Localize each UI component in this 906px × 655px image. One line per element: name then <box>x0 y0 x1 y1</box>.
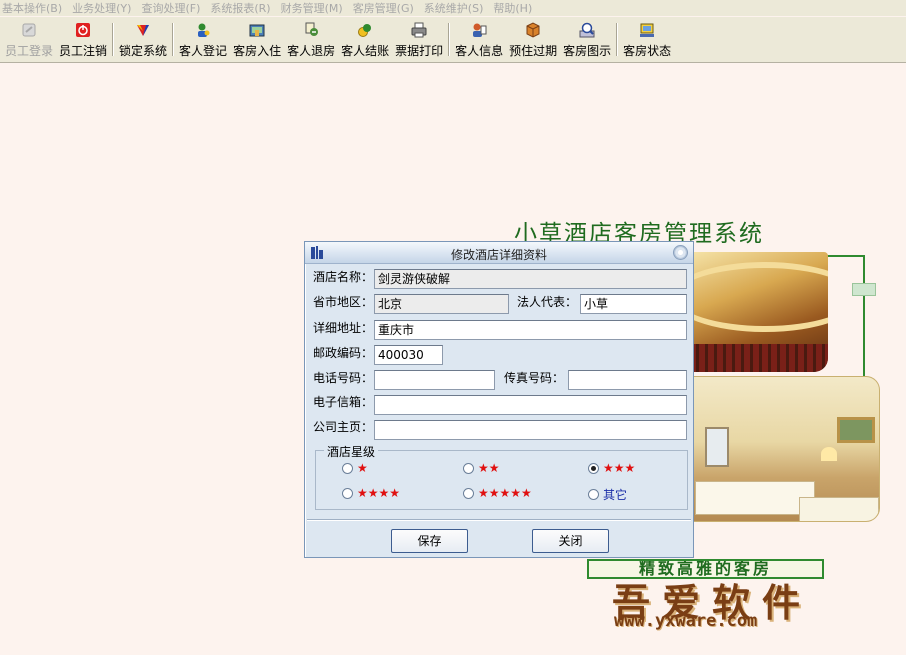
star-2-radio[interactable]: ★★ <box>463 461 500 475</box>
phone-label: 电话号码： <box>313 371 374 385</box>
close-button[interactable]: 关闭 <box>532 529 609 553</box>
room-checkin-button[interactable]: 客房入住 <box>230 17 284 63</box>
region-label: 省市地区： <box>313 295 374 309</box>
toolbar: 员工登录 员工注销 锁定系统 客人登记 客房入住 客人退房 客人结账 票据打印 … <box>0 17 906 63</box>
expired-book-icon <box>524 21 542 39</box>
dialog-title: 修改酒店详细资料 <box>450 248 547 262</box>
checkout-icon <box>302 21 320 39</box>
radio-dot-checked <box>588 462 599 474</box>
menu-business[interactable]: 业务处理(Y) <box>72 0 131 16</box>
guest-checkout-button[interactable]: 客人退房 <box>284 17 338 63</box>
staff-login-button[interactable]: 员工登录 <box>2 17 56 63</box>
guest-info-icon <box>470 21 488 39</box>
settle-icon <box>356 21 374 39</box>
postcode-field[interactable]: 400030 <box>374 345 443 365</box>
hotel-name-field[interactable]: 剑灵游侠破解 <box>374 269 687 289</box>
homepage-field[interactable] <box>374 420 687 440</box>
hotel-star-group: 酒店星级 ★ ★★ ★★★ ★★★★ ★★★★★ 其它 <box>315 443 688 510</box>
room-graph-icon <box>578 21 596 39</box>
login-icon <box>20 21 38 39</box>
legal-rep-field[interactable]: 小草 <box>580 294 687 314</box>
postcode-label: 邮政编码： <box>313 346 374 360</box>
booking-expired-button[interactable]: 预住过期 <box>506 17 560 63</box>
guest-register-button[interactable]: 客人登记 <box>176 17 230 63</box>
menu-maintenance[interactable]: 系统维护(S) <box>424 0 484 16</box>
watermark-url: www.yxware.com <box>614 611 758 631</box>
menu-rooms[interactable]: 客房管理(G) <box>353 0 414 16</box>
printer-icon <box>410 21 428 39</box>
toolbar-separator <box>172 23 175 56</box>
print-receipt-button[interactable]: 票据打印 <box>392 17 446 63</box>
hotel-details-dialog: 修改酒店详细资料 酒店名称： 剑灵游侠破解 省市地区： 北京 法人代表： 小草 … <box>304 241 694 558</box>
menu-finance[interactable]: 财务管理(M) <box>281 0 343 16</box>
lock-system-button[interactable]: 锁定系统 <box>116 17 170 63</box>
radio-dot <box>463 487 474 499</box>
guest-settle-button[interactable]: 客人结账 <box>338 17 392 63</box>
star-group-title: 酒店星级 <box>324 443 379 460</box>
menu-query[interactable]: 查询处理(F) <box>141 0 200 16</box>
region-field[interactable]: 北京 <box>374 294 509 314</box>
decorative-knob <box>852 283 876 296</box>
staff-logout-button[interactable]: 员工注销 <box>56 17 110 63</box>
hotel-name-label: 酒店名称： <box>313 270 374 284</box>
fax-label: 传真号码： <box>504 371 565 385</box>
address-label: 详细地址： <box>313 321 374 335</box>
toolbar-separator <box>448 23 451 56</box>
radio-dot <box>342 462 353 474</box>
fax-field[interactable] <box>568 370 687 390</box>
room-status-icon <box>638 21 656 39</box>
star-other-radio[interactable]: 其它 <box>588 486 627 503</box>
star-4-radio[interactable]: ★★★★ <box>342 486 400 500</box>
lock-icon <box>134 21 152 39</box>
menu-basic[interactable]: 基本操作(B) <box>2 0 62 16</box>
homepage-label: 公司主页： <box>313 420 374 434</box>
save-button[interactable]: 保存 <box>391 529 468 553</box>
hotel-lobby-image <box>690 252 828 372</box>
radio-dot <box>463 462 474 474</box>
toolbar-separator <box>112 23 115 56</box>
hotel-room-image <box>690 376 880 522</box>
toolbar-separator <box>616 23 619 56</box>
dialog-separator <box>307 519 691 521</box>
menu-bar: 基本操作(B) 业务处理(Y) 查询处理(F) 系统报表(R) 财务管理(M) … <box>0 0 906 16</box>
address-field[interactable]: 重庆市 <box>374 320 687 340</box>
legal-rep-label: 法人代表： <box>517 295 578 309</box>
email-label: 电子信箱： <box>313 395 374 409</box>
dialog-titlebar[interactable]: 修改酒店详细资料 <box>305 242 693 264</box>
checkin-icon <box>248 21 266 39</box>
phone-field[interactable] <box>374 370 495 390</box>
radio-dot <box>588 489 599 500</box>
guest-register-icon <box>194 21 212 39</box>
email-field[interactable] <box>374 395 687 415</box>
menu-reports[interactable]: 系统报表(R) <box>210 0 270 16</box>
power-icon <box>74 21 92 39</box>
star-1-radio[interactable]: ★ <box>342 461 368 475</box>
guest-info-button[interactable]: 客人信息 <box>452 17 506 63</box>
menu-help[interactable]: 帮助(H) <box>493 0 532 16</box>
radio-dot <box>342 487 353 499</box>
room-graph-button[interactable]: 客房图示 <box>560 17 614 63</box>
close-icon[interactable] <box>673 245 688 260</box>
room-status-button[interactable]: 客房状态 <box>620 17 674 63</box>
star-5-radio[interactable]: ★★★★★ <box>463 486 532 500</box>
star-3-radio[interactable]: ★★★ <box>588 461 635 475</box>
